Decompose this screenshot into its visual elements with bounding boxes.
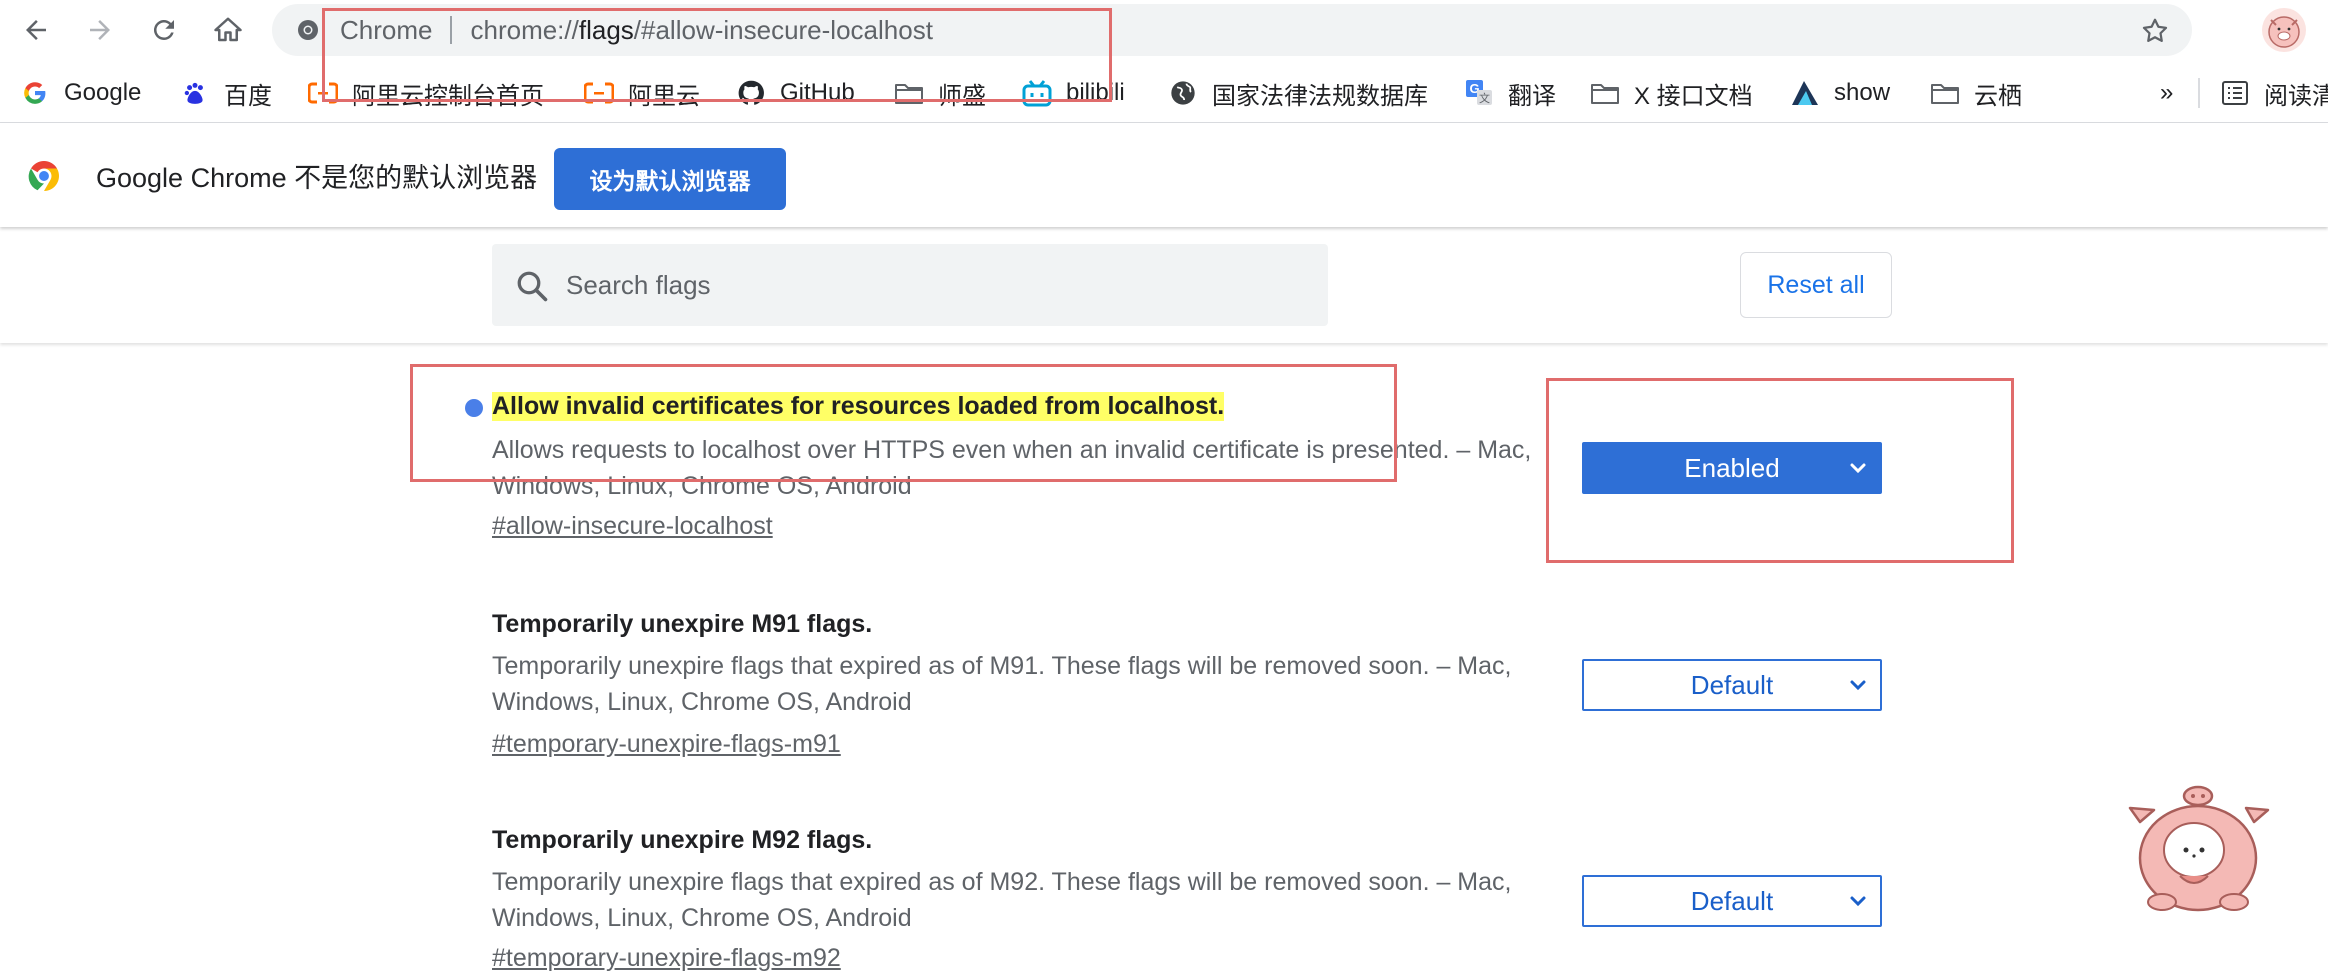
bookmark-folder-api-docs[interactable]: X 接口文档	[1590, 74, 1753, 112]
flag-description: Temporarily unexpire flags that expired …	[492, 652, 1512, 716]
flag-anchor-link[interactable]: #temporary-unexpire-flags-m92	[492, 944, 841, 973]
annotation-box-flag-select	[1546, 378, 2014, 563]
reset-all-button[interactable]: Reset all	[1740, 252, 1892, 318]
folder-icon	[1930, 78, 1960, 108]
globe-icon	[1168, 78, 1198, 108]
pig-mascot-sticker	[2122, 780, 2272, 915]
back-button[interactable]	[16, 10, 56, 50]
bookmark-label: show	[1834, 79, 1891, 106]
flag-title: Temporarily unexpire M91 flags.	[492, 610, 873, 638]
bookmark-label: 国家法律法规数据库	[1212, 82, 1428, 110]
pig-avatar-icon	[2268, 16, 2300, 48]
flag-description: Temporarily unexpire flags that expired …	[492, 868, 1512, 932]
home-button[interactable]	[208, 10, 248, 50]
bookmark-folder-yunqi[interactable]: 云栖	[1930, 74, 2022, 112]
forward-arrow-icon	[90, 20, 110, 40]
show-icon	[1790, 78, 1820, 108]
default-browser-infobar: Google Chrome 不是您的默认浏览器 设为默认浏览器	[0, 123, 2328, 227]
search-flags-box[interactable]: Search flags	[492, 244, 1328, 326]
bookmarks-overflow-button[interactable]: »	[2160, 74, 2173, 112]
bookmark-label: Google	[64, 79, 142, 106]
chrome-logo-icon	[28, 161, 59, 191]
reload-button[interactable]	[144, 10, 184, 50]
folder-icon	[1590, 78, 1620, 108]
bookmark-show[interactable]: show	[1790, 74, 1890, 112]
bookmark-translate[interactable]: G文 翻译	[1464, 74, 1556, 112]
reload-icon	[153, 19, 174, 40]
set-default-browser-button[interactable]: 设为默认浏览器	[554, 148, 786, 210]
bookmarks-divider	[2198, 78, 2200, 108]
reading-list-button[interactable]: 阅读清	[2220, 74, 2328, 112]
reading-list-label: 阅读清	[2264, 82, 2328, 110]
bookmark-label: 云栖	[1974, 82, 2022, 110]
bookmark-google[interactable]: Google	[20, 74, 141, 112]
bookmark-law-database[interactable]: 国家法律法规数据库	[1168, 74, 1428, 112]
search-flags-input[interactable]: Search flags	[566, 244, 711, 326]
baidu-icon	[180, 78, 210, 108]
home-icon	[214, 17, 242, 42]
flag-anchor-link[interactable]: #allow-insecure-localhost	[492, 512, 773, 541]
back-arrow-icon	[26, 20, 46, 40]
bookmark-baidu[interactable]: 百度	[180, 74, 272, 112]
chevron-down-icon	[1850, 680, 1866, 691]
flags-header: Search flags Reset all	[0, 228, 2328, 343]
infobar-message: Google Chrome 不是您的默认浏览器	[96, 162, 538, 193]
bookmark-star-icon[interactable]	[2140, 16, 2170, 46]
annotation-box-flag-title	[410, 364, 1397, 482]
svg-text:文: 文	[1479, 91, 1490, 105]
google-icon	[20, 78, 50, 108]
flag-state-value: Default	[1690, 669, 1774, 700]
translate-icon: G文	[1464, 78, 1494, 108]
search-icon	[517, 271, 548, 302]
flag-state-select[interactable]: Default	[1582, 875, 1882, 927]
flag-state-value: Default	[1690, 885, 1774, 916]
annotation-box-url	[322, 8, 1112, 102]
bookmark-label: 翻译	[1508, 82, 1556, 110]
flag-anchor-link[interactable]: #temporary-unexpire-flags-m91	[492, 730, 841, 759]
chevron-down-icon	[1850, 896, 1866, 907]
reading-list-icon	[2220, 78, 2250, 108]
flag-state-select[interactable]: Default	[1582, 659, 1882, 711]
chrome-page-icon	[298, 20, 318, 40]
pig-mascot-icon	[2128, 785, 2270, 912]
bookmark-label: X 接口文档	[1634, 82, 1753, 110]
flag-title: Temporarily unexpire M92 flags.	[492, 826, 873, 854]
forward-button[interactable]	[80, 10, 120, 50]
profile-avatar[interactable]	[2262, 8, 2306, 52]
bookmark-label: 百度	[224, 82, 272, 110]
